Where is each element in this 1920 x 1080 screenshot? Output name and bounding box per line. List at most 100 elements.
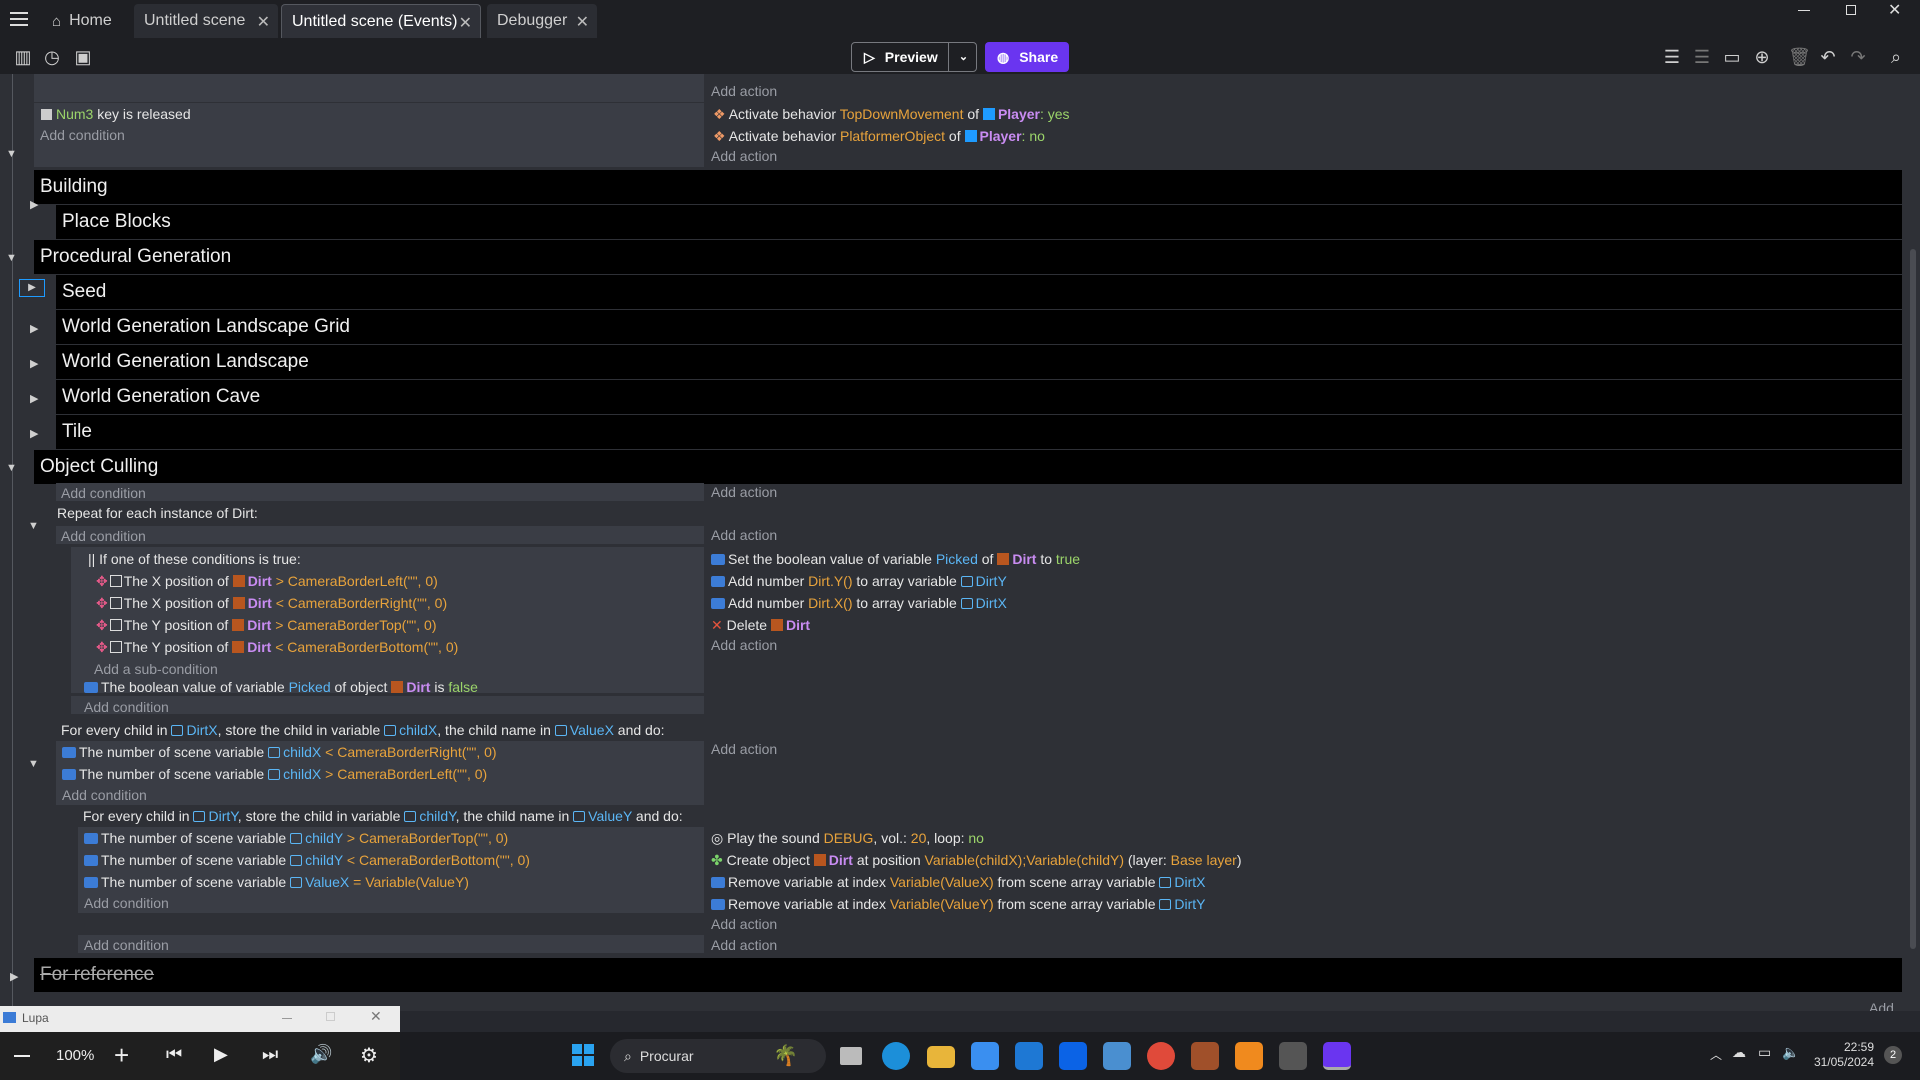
delete-icon[interactable]: 🗑 [1788, 47, 1811, 67]
tab-debugger[interactable]: Debugger ✕ [487, 4, 597, 38]
expand-icon[interactable]: ▶ [30, 198, 42, 211]
close-window-icon[interactable]: ✕ [1888, 0, 1901, 20]
next-icon[interactable]: ⏭ [262, 1044, 278, 1065]
collapse-icon[interactable]: ▼ [28, 758, 40, 770]
group-world-generation-landscape[interactable]: World Generation Landscape [56, 345, 1902, 379]
tab-untitled-scene-events[interactable]: Untitled scene (Events) ✕ [281, 4, 481, 38]
collapse-icon[interactable]: ▼ [6, 462, 18, 474]
save-icon[interactable]: ▣ [73, 47, 93, 67]
group-world-generation-cave[interactable]: World Generation Cave [56, 380, 1902, 414]
close-icon[interactable]: ✕ [576, 12, 589, 32]
action-remove-variable[interactable]: Remove variable at index Variable(ValueX… [711, 873, 1206, 891]
tab-home[interactable]: ⌂ Home [42, 4, 128, 38]
action-delete[interactable]: ✕ Delete Dirt [711, 616, 810, 634]
condition-key-released[interactable]: Num3 key is released [41, 105, 191, 123]
add-subevent-icon[interactable]: ☰ [1692, 47, 1712, 67]
condition-scene-variable[interactable]: The number of scene variable childX < Ca… [62, 743, 497, 761]
add-action-link[interactable]: Add action [711, 637, 777, 653]
add-action-link[interactable]: Add action [711, 527, 777, 543]
task-view-icon[interactable] [840, 1047, 862, 1065]
onedrive-icon[interactable]: ☁ [1732, 1044, 1746, 1061]
action-activate-behavior[interactable]: ❖ Activate behavior PlatformerObject of … [713, 127, 1045, 145]
game-app-icon[interactable] [1191, 1042, 1219, 1070]
expand-icon[interactable]: ▶ [30, 392, 42, 405]
add-condition-link[interactable]: Add condition [62, 787, 147, 803]
expand-icon[interactable]: ▶ [10, 970, 22, 983]
group-for-reference[interactable]: For reference [34, 958, 1902, 992]
expand-icon[interactable]: ▶ [30, 427, 42, 440]
action-activate-behavior[interactable]: ❖ Activate behavior TopDownMovement of P… [713, 105, 1070, 123]
action-set-boolean[interactable]: Set the boolean value of variable Picked… [711, 550, 1080, 568]
add-condition-link[interactable]: Add condition [61, 528, 146, 544]
maximize-icon[interactable] [326, 1012, 335, 1021]
remote-desktop-icon[interactable] [1103, 1042, 1131, 1070]
add-condition-link[interactable]: Add condition [84, 937, 169, 953]
store-icon[interactable] [971, 1042, 999, 1070]
share-button[interactable]: ◍ Share [985, 42, 1069, 72]
volume-icon[interactable]: 🔈 [1782, 1044, 1799, 1061]
condition-scene-variable[interactable]: The number of scene variable childY < Ca… [84, 851, 530, 869]
or-subcondition[interactable]: ✥ The Y position of Dirt < CameraBorderBo… [96, 638, 458, 656]
hamburger-menu-icon[interactable] [10, 12, 28, 26]
chevron-down-icon[interactable]: ⌄ [948, 43, 978, 71]
or-subcondition[interactable]: ✥ The X position of Dirt > CameraBorderLe… [96, 572, 438, 590]
chrome-icon[interactable] [1147, 1042, 1175, 1070]
add-subcondition-link[interactable]: Add a sub-condition [94, 661, 218, 677]
brave-icon[interactable] [1235, 1042, 1263, 1070]
collapse-icon[interactable]: ▼ [28, 520, 40, 532]
clock[interactable]: 22:59 31/05/2024 [1810, 1040, 1874, 1070]
for-each-child-title[interactable]: For every child in DirtY, store the chil… [83, 807, 683, 825]
or-condition-title[interactable]: || If one of these conditions is true: [88, 550, 301, 568]
search-icon[interactable]: ⌕ [1886, 47, 1906, 67]
add-action-link[interactable]: Add action [711, 148, 777, 164]
add-condition-link[interactable]: Add condition [84, 699, 169, 715]
scrollbar[interactable] [1910, 249, 1916, 949]
checkbox[interactable] [109, 619, 122, 631]
add-dropdown-link[interactable]: Add... [1869, 1000, 1906, 1011]
history-icon[interactable]: ◷ [42, 47, 62, 67]
redo-icon[interactable]: ↷ [1848, 47, 1868, 67]
previous-icon[interactable]: ⏮ [166, 1044, 182, 1065]
beach-widget-icon[interactable]: 🌴 [773, 1042, 801, 1070]
restore-icon[interactable] [1846, 5, 1856, 15]
group-object-culling[interactable]: Object Culling [34, 450, 1902, 484]
action-add-number[interactable]: Add number Dirt.X() to array variable Di… [711, 594, 1007, 612]
tool-app-icon[interactable] [1279, 1042, 1307, 1070]
group-world-generation-landscape-grid[interactable]: World Generation Landscape Grid [56, 310, 1902, 344]
read-aloud-icon[interactable]: 🔊 [310, 1044, 332, 1065]
group-seed[interactable]: Seed [56, 275, 1902, 309]
add-condition-link[interactable]: Add condition [40, 127, 125, 143]
condition-boolean[interactable]: The boolean value of variable Picked of … [84, 678, 478, 696]
network-icon[interactable]: ▭ [1758, 1044, 1771, 1061]
preview-button[interactable]: ▷ Preview ⌄ [851, 42, 977, 72]
action-remove-variable[interactable]: Remove variable at index Variable(ValueY… [711, 895, 1206, 913]
collapse-icon[interactable]: ▼ [6, 252, 18, 264]
repeat-event-title[interactable]: Repeat for each instance of Dirt: [57, 504, 258, 522]
expand-icon[interactable]: ▶ [30, 322, 42, 335]
add-icon[interactable]: ⊕ [1752, 47, 1772, 67]
zoom-out-button[interactable] [14, 1055, 30, 1057]
checkbox[interactable] [109, 575, 122, 587]
file-explorer-icon[interactable] [927, 1046, 955, 1068]
group-building[interactable]: Building [34, 170, 1902, 204]
action-create-object[interactable]: ✤ Create object Dirt at position Variabl… [711, 851, 1242, 869]
add-action-link[interactable]: Add action [711, 83, 777, 99]
group-tile[interactable]: Tile [56, 415, 1902, 449]
add-action-link[interactable]: Add action [711, 937, 777, 953]
close-icon[interactable]: ✕ [370, 1008, 382, 1025]
close-icon[interactable]: ✕ [257, 12, 270, 32]
condition-scene-variable[interactable]: The number of scene variable childY > Ca… [84, 829, 508, 847]
group-procedural-generation[interactable]: Procedural Generation [34, 240, 1902, 274]
panels-icon[interactable]: ▥ [13, 47, 33, 67]
tab-untitled-scene[interactable]: Untitled scene ✕ [134, 4, 278, 38]
zoom-in-button[interactable]: + [114, 1042, 129, 1068]
condition-scene-variable[interactable]: The number of scene variable childX > Ca… [62, 765, 487, 783]
expand-icon[interactable]: ▶ [30, 357, 42, 370]
minimize-icon[interactable] [282, 1018, 292, 1019]
dropbox-icon[interactable] [1059, 1042, 1087, 1070]
add-event-icon[interactable]: ☰ [1662, 47, 1682, 67]
add-condition-link[interactable]: Add condition [84, 895, 169, 911]
group-place-blocks[interactable]: Place Blocks [56, 205, 1902, 239]
action-add-number[interactable]: Add number Dirt.Y() to array variable Di… [711, 572, 1007, 590]
show-hidden-icons-icon[interactable]: ︿ [1710, 1046, 1722, 1063]
